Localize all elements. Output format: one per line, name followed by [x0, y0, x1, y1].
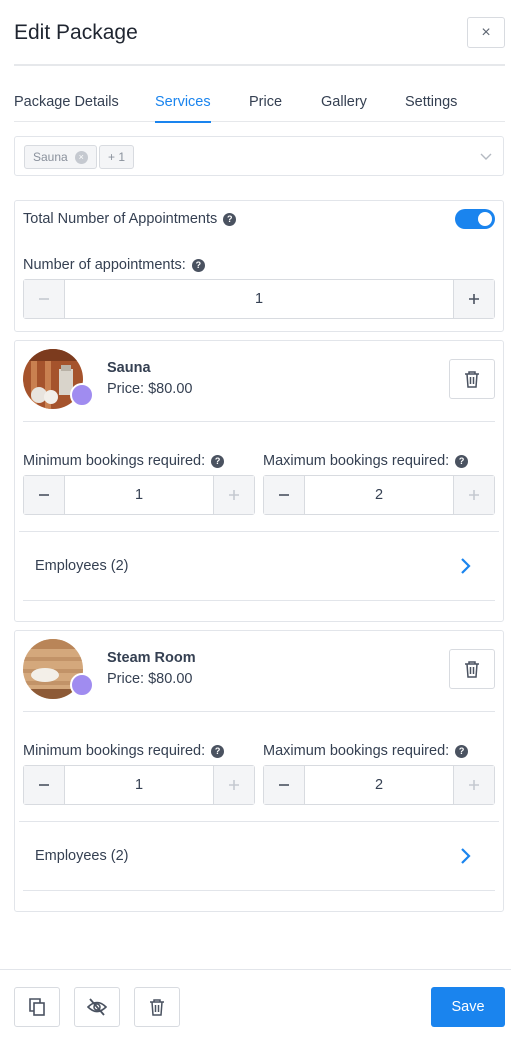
divider: [19, 821, 499, 822]
duplicate-button[interactable]: [14, 987, 60, 1027]
increment-button[interactable]: [453, 766, 494, 804]
service-color-dot: [70, 673, 94, 697]
close-icon: ×: [481, 23, 491, 41]
plus-icon: [469, 780, 479, 790]
service-price: Price: $80.00: [107, 671, 193, 687]
max-bookings-stepper: 2: [263, 765, 495, 805]
increment-button[interactable]: [213, 766, 254, 804]
chip-remove-icon[interactable]: ×: [74, 150, 88, 164]
eye-off-icon: [87, 998, 107, 1016]
close-button[interactable]: ×: [467, 17, 505, 48]
minus-icon: [39, 298, 49, 300]
min-bookings-label: Minimum bookings required: ?: [23, 743, 225, 759]
tab-services[interactable]: Services: [155, 94, 211, 123]
appointments-count-label: Number of appointments: ?: [23, 257, 205, 273]
tab-price[interactable]: Price: [249, 94, 282, 121]
divider: [23, 600, 495, 601]
help-icon[interactable]: ?: [455, 454, 469, 468]
appointments-count-text: Number of appointments:: [23, 257, 186, 273]
tab-package-details[interactable]: Package Details: [14, 94, 119, 121]
max-bookings-text: Maximum bookings required:: [263, 453, 450, 469]
divider: [23, 711, 495, 712]
tab-settings[interactable]: Settings: [405, 94, 457, 121]
delete-service-button[interactable]: [449, 359, 495, 399]
minus-icon: [39, 784, 49, 786]
increment-button[interactable]: [453, 476, 494, 514]
save-button[interactable]: Save: [431, 987, 505, 1027]
minus-icon: [279, 494, 289, 496]
divider: [23, 890, 495, 891]
chip-label: Sauna: [33, 150, 68, 164]
plus-icon: [469, 490, 479, 500]
total-appointments-toggle[interactable]: [455, 209, 495, 229]
chip-sauna: Sauna ×: [24, 145, 97, 169]
max-bookings-value[interactable]: 2: [305, 476, 453, 514]
divider: [23, 421, 495, 422]
min-bookings-text: Minimum bookings required:: [23, 453, 206, 469]
max-bookings-label: Maximum bookings required: ?: [263, 743, 469, 759]
help-icon[interactable]: ?: [223, 212, 237, 226]
service-name: Steam Room: [107, 650, 196, 666]
increment-button[interactable]: [213, 476, 254, 514]
min-bookings-stepper: 1: [23, 475, 255, 515]
plus-icon: [469, 294, 479, 304]
min-bookings-stepper: 1: [23, 765, 255, 805]
dialog-title: Edit Package: [14, 21, 138, 44]
min-bookings-value[interactable]: 1: [65, 476, 213, 514]
increment-button[interactable]: [453, 280, 494, 318]
max-bookings-stepper: 2: [263, 475, 495, 515]
service-price: Price: $80.00: [107, 381, 193, 397]
delete-button[interactable]: [134, 987, 180, 1027]
min-bookings-value[interactable]: 1: [65, 766, 213, 804]
minus-icon: [279, 784, 289, 786]
decrement-button[interactable]: [264, 476, 305, 514]
chevron-down-icon[interactable]: [479, 149, 493, 163]
help-icon[interactable]: ?: [211, 744, 225, 758]
chip-more-label: + 1: [108, 150, 126, 164]
minus-icon: [39, 494, 49, 496]
appointments-card: Total Number of Appointments ? Number of…: [14, 200, 504, 332]
total-appointments-label: Total Number of Appointments ?: [23, 211, 237, 227]
chip-more: + 1: [99, 145, 135, 169]
trash-icon: [465, 370, 479, 388]
divider: [19, 531, 499, 532]
help-icon[interactable]: ?: [211, 454, 225, 468]
service-card-steam-room: Steam Room Price: $80.00 Minimum booking…: [14, 630, 504, 912]
dialog-footer: Save: [0, 969, 511, 1042]
plus-icon: [229, 780, 239, 790]
delete-service-button[interactable]: [449, 649, 495, 689]
total-appointments-text: Total Number of Appointments: [23, 211, 218, 227]
min-bookings-text: Minimum bookings required:: [23, 743, 206, 759]
tab-gallery[interactable]: Gallery: [321, 94, 367, 121]
tab-bar: Package Details Services Price Gallery S…: [14, 82, 505, 123]
service-name: Sauna: [107, 360, 151, 376]
appointments-count-value[interactable]: 1: [65, 280, 453, 318]
max-bookings-label: Maximum bookings required: ?: [263, 453, 469, 469]
trash-icon: [465, 660, 479, 678]
service-color-dot: [70, 383, 94, 407]
hide-button[interactable]: [74, 987, 120, 1027]
chevron-right-icon[interactable]: [459, 557, 473, 575]
employees-link[interactable]: Employees (2): [35, 558, 128, 574]
employees-link[interactable]: Employees (2): [35, 848, 128, 864]
decrement-button[interactable]: [24, 476, 65, 514]
chevron-right-icon[interactable]: [459, 847, 473, 865]
trash-icon: [150, 998, 164, 1016]
min-bookings-label: Minimum bookings required: ?: [23, 453, 225, 469]
dialog-header: Edit Package ×: [14, 0, 505, 66]
appointments-stepper: 1: [23, 279, 495, 319]
decrement-button[interactable]: [264, 766, 305, 804]
plus-icon: [229, 490, 239, 500]
decrement-button[interactable]: [24, 280, 65, 318]
service-card-sauna: Sauna Price: $80.00 Minimum bookings req…: [14, 340, 504, 622]
services-select[interactable]: Sauna × + 1: [14, 136, 504, 176]
help-icon[interactable]: ?: [191, 258, 205, 272]
max-bookings-value[interactable]: 2: [305, 766, 453, 804]
help-icon[interactable]: ?: [455, 744, 469, 758]
copy-icon: [29, 998, 45, 1016]
decrement-button[interactable]: [24, 766, 65, 804]
max-bookings-text: Maximum bookings required:: [263, 743, 450, 759]
